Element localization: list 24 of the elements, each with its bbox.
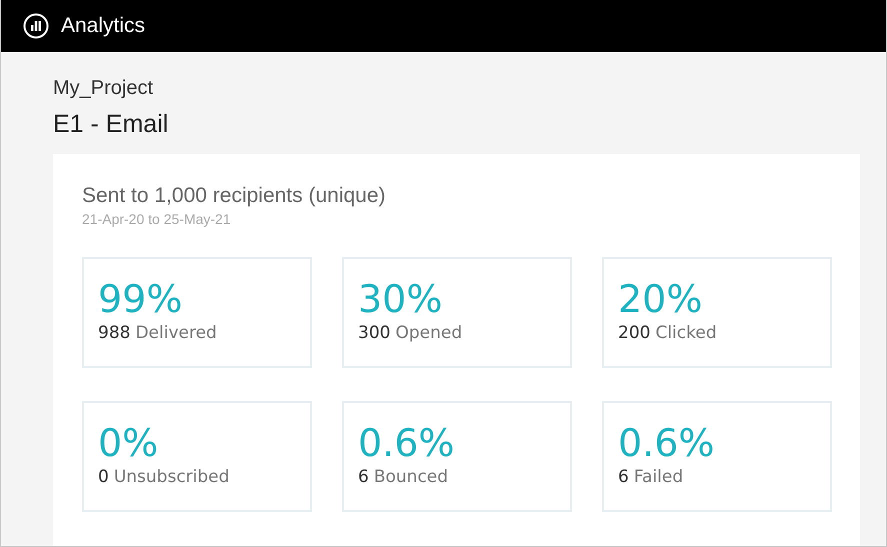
stat-count: 6: [618, 467, 629, 487]
stat-count: 6: [358, 467, 369, 487]
summary-heading: Sent to 1,000 recipients (unique): [82, 184, 387, 208]
date-range: 21-Apr-20 to 25-May-21: [82, 211, 232, 227]
stat-percent: 30%: [358, 277, 444, 321]
stat-label: Unsubscribed: [114, 467, 230, 487]
stat-count: 988: [98, 323, 130, 343]
app-title: Analytics: [61, 14, 146, 38]
stat-label: Delivered: [135, 323, 217, 343]
bar-chart-icon: [23, 13, 49, 39]
stat-percent: 99%: [98, 277, 184, 321]
stat-count: 200: [618, 323, 650, 343]
stat-label: Failed: [634, 467, 684, 487]
stat-count: 300: [358, 323, 390, 343]
stat-percent: 0.6%: [618, 421, 716, 465]
campaign-title: E1 - Email: [53, 110, 170, 139]
stat-percent: 0%: [98, 421, 160, 465]
stat-label: Opened: [395, 323, 462, 343]
stat-label: Clicked: [655, 323, 717, 343]
stat-label: Bounced: [374, 467, 448, 487]
stat-percent: 20%: [618, 277, 704, 321]
stat-count: 0: [98, 467, 109, 487]
stat-percent: 0.6%: [358, 421, 456, 465]
project-name: My_Project: [53, 77, 154, 100]
